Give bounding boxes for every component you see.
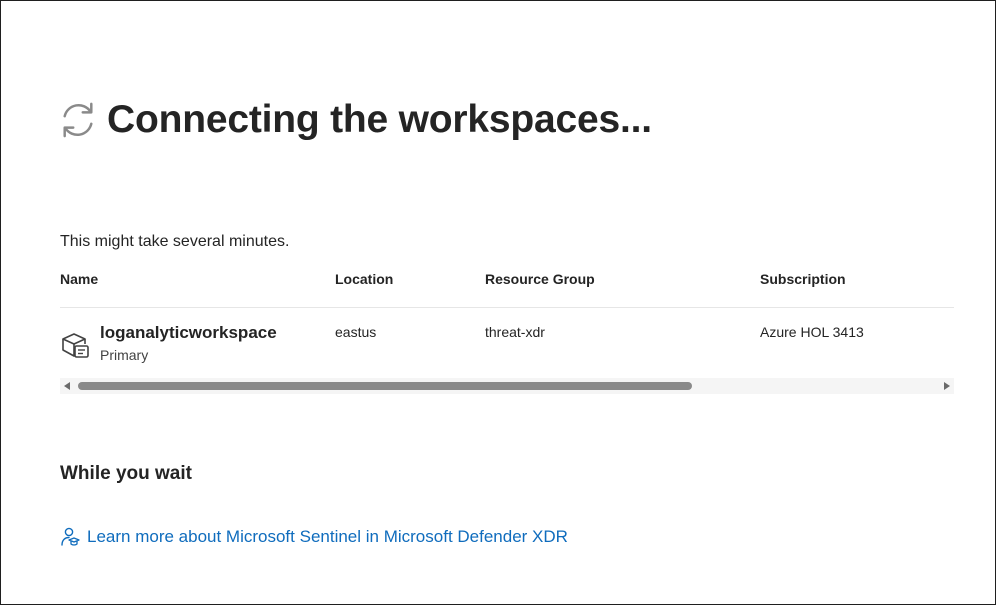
dialog-frame: Connecting the workspaces... This might … xyxy=(0,0,996,605)
column-header-location[interactable]: Location xyxy=(335,271,393,287)
workspace-name: loganalyticworkspace xyxy=(100,323,277,342)
workspace-icon xyxy=(62,333,89,358)
workspace-location: eastus xyxy=(335,324,377,340)
scrollbar-thumb[interactable] xyxy=(78,382,692,390)
workspace-subscription: Azure HOL 3413 xyxy=(760,324,864,340)
status-message: This might take several minutes. xyxy=(60,233,290,250)
page-title: Connecting the workspaces... xyxy=(107,98,652,141)
workspaces-table: Name Location Resource Group Subscriptio… xyxy=(60,267,954,379)
workspace-tag: Primary xyxy=(100,347,149,363)
column-header-name[interactable]: Name xyxy=(60,271,98,287)
scroll-right-arrow-icon[interactable] xyxy=(944,382,950,390)
header: Connecting the workspaces... xyxy=(59,97,652,143)
scroll-left-arrow-icon[interactable] xyxy=(64,382,70,390)
column-header-resource-group[interactable]: Resource Group xyxy=(485,271,595,287)
while-you-wait-heading: While you wait xyxy=(60,463,192,484)
refresh-icon xyxy=(63,102,93,138)
learning-person-icon xyxy=(61,527,80,546)
learn-more-link[interactable]: Learn more about Microsoft Sentinel in M… xyxy=(60,527,568,547)
learn-more-link-text[interactable]: Learn more about Microsoft Sentinel in M… xyxy=(87,527,568,547)
table-row[interactable]: loganalyticworkspace Primary eastus thre… xyxy=(60,308,954,379)
workspace-resource-group: threat-xdr xyxy=(485,324,545,340)
table-header: Name Location Resource Group Subscriptio… xyxy=(60,267,954,308)
column-header-subscription[interactable]: Subscription xyxy=(760,271,846,287)
horizontal-scrollbar[interactable] xyxy=(60,378,954,394)
